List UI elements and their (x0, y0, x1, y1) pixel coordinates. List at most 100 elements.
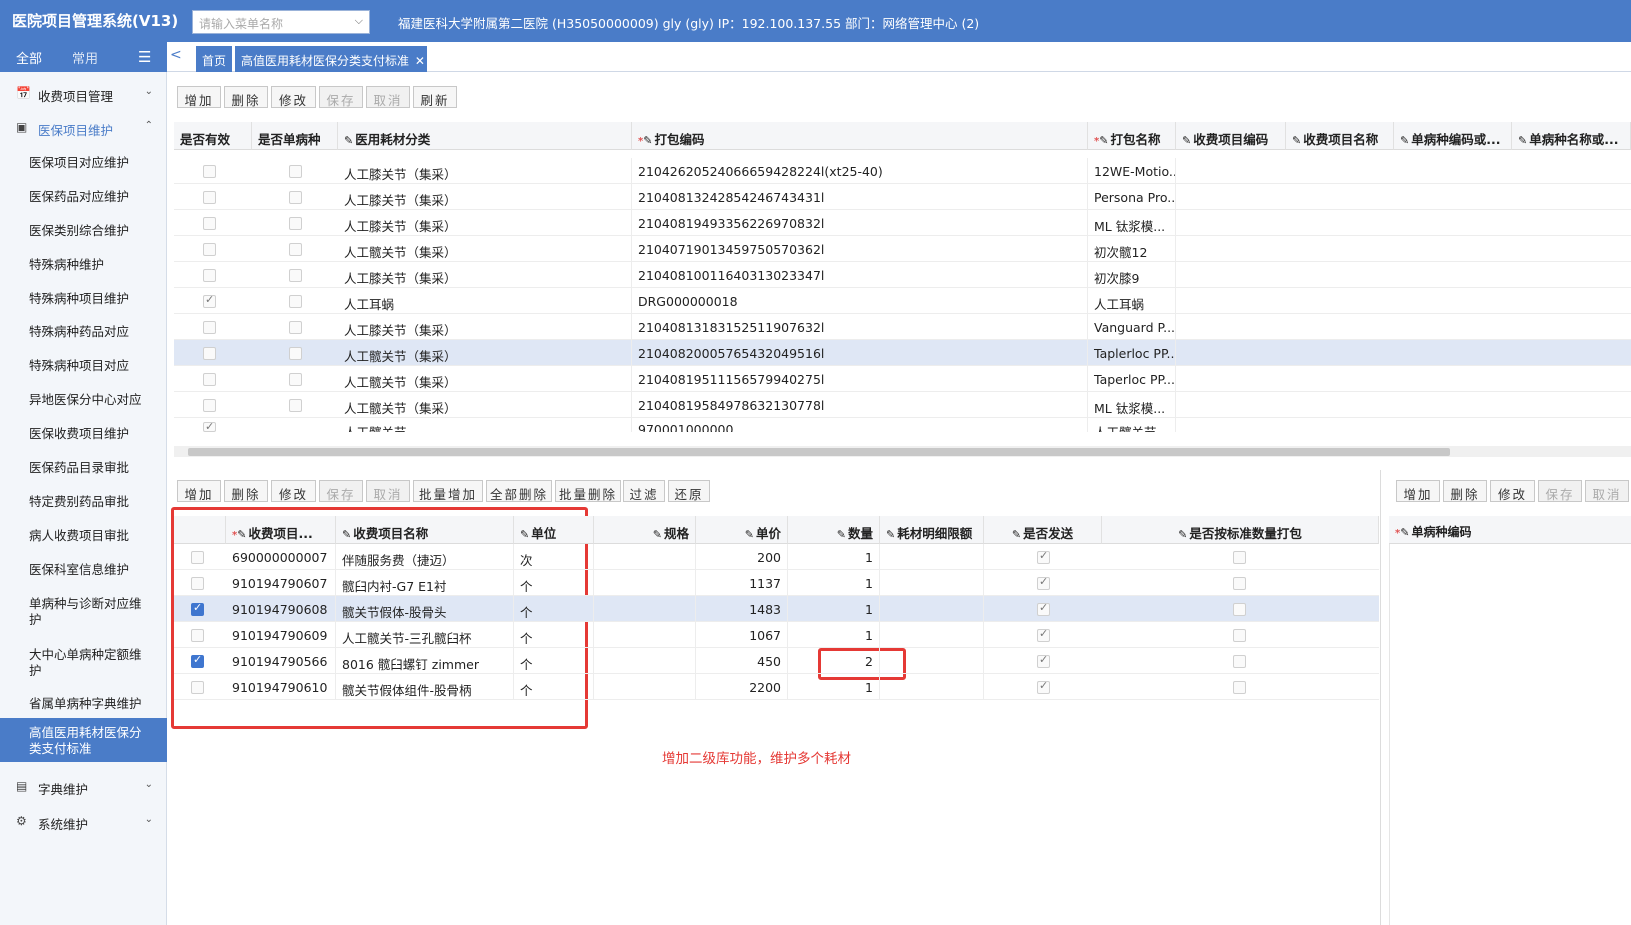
cell-name[interactable]: 人工髋关节 (1088, 418, 1176, 432)
cell-name[interactable]: ML 钛浆模... (1088, 392, 1176, 418)
send-checkbox[interactable] (1037, 627, 1050, 642)
sidebar-item[interactable]: 病人收费项目审批 (0, 522, 167, 548)
cell-category[interactable]: 人工膝关节（集采） (338, 262, 632, 288)
cell-code[interactable]: 970001000000 (632, 418, 1088, 432)
row-select-checkbox[interactable] (191, 551, 204, 564)
cell-qty[interactable]: 1 (788, 596, 880, 622)
sidebar-item[interactable]: 医保收费项目维护 (0, 420, 167, 446)
upper-header-0[interactable]: 是否有效 (174, 122, 252, 150)
cell-qty[interactable]: 1 (788, 674, 880, 700)
cell-unit[interactable]: 次 (514, 544, 594, 570)
sidebar-item[interactable]: 医保药品目录审批 (0, 454, 167, 480)
toolbar-button[interactable]: 删除 (1443, 480, 1487, 502)
chevron-up-icon[interactable]: ⌃ (145, 120, 153, 131)
lower-header-0[interactable] (174, 516, 226, 544)
cell-code[interactable]: 21040813242854246743431l (632, 184, 1088, 210)
cell-price[interactable]: 1067 (696, 622, 788, 648)
cell-name[interactable]: ML 钛浆模... (1088, 210, 1176, 236)
toolbar-button[interactable]: 增加 (177, 86, 221, 108)
toolbar-button[interactable]: 增加 (1396, 480, 1440, 502)
cell-category[interactable]: 人工髋关节 (338, 418, 632, 432)
lower-header-8[interactable]: ✎ 是否发送 (984, 516, 1102, 544)
cell-code[interactable]: 21040819493356226970832l (632, 210, 1088, 236)
row-select-checkbox[interactable] (191, 577, 204, 590)
pack-by-standard-checkbox[interactable] (1233, 551, 1246, 564)
cell-limit[interactable] (880, 570, 984, 596)
sidebar-item[interactable]: 特殊病种项目对应 (0, 352, 167, 378)
sidebar-group-0[interactable]: 📅 收费项目管理 ⌄ (0, 80, 167, 106)
single-disease-checkbox[interactable] (289, 295, 302, 308)
upper-header-1[interactable]: 是否单病种 (252, 122, 338, 150)
toolbar-button[interactable]: 刷新 (413, 86, 457, 108)
panel-divider[interactable] (1380, 470, 1381, 925)
cell-name[interactable]: Taperloc PP... (1088, 366, 1176, 392)
send-checkbox[interactable] (1037, 601, 1050, 616)
row-select-checkbox[interactable] (191, 601, 204, 616)
cell-category[interactable]: 人工髋关节（集采） (338, 236, 632, 262)
scrollbar-thumb[interactable] (188, 448, 1450, 456)
lower-header-5[interactable]: ✎ 单价 (696, 516, 788, 544)
single-disease-checkbox[interactable] (289, 269, 302, 282)
lower-header-1[interactable]: *✎ 收费项目... (226, 516, 336, 544)
cell-spec[interactable] (594, 622, 696, 648)
valid-checkbox[interactable] (203, 191, 216, 204)
pack-by-standard-checkbox[interactable] (1233, 577, 1246, 590)
sidebar-item[interactable]: 大中心单病种定额维护 (0, 641, 167, 681)
sidebar-bottom-group-1[interactable]: ⚙ 系统维护 ⌄ (0, 808, 167, 834)
cell-unit[interactable]: 个 (514, 674, 594, 700)
cell-category[interactable]: 人工膝关节（集采） (338, 184, 632, 210)
menu-toggle-icon[interactable]: ☰ (138, 48, 151, 66)
cell-code[interactable]: 21042620524066659428224l(xt25-40) (632, 158, 1088, 184)
upper-header-5[interactable]: ✎ 收费项目编码 (1176, 122, 1286, 150)
upper-header-3[interactable]: *✎ 打包编码 (632, 122, 1088, 150)
toolbar-button[interactable]: 取消 (1585, 480, 1629, 502)
send-checkbox[interactable] (1037, 575, 1050, 590)
cell-limit[interactable] (880, 648, 984, 674)
sidebar-item[interactable]: 医保项目对应维护 (0, 149, 167, 175)
cell-price[interactable]: 450 (696, 648, 788, 674)
cell-code[interactable]: 21040719013459750570362l (632, 236, 1088, 262)
cell-code[interactable]: 910194790566 (226, 648, 336, 674)
cell-unit[interactable]: 个 (514, 596, 594, 622)
cell-qty[interactable]: 1 (788, 622, 880, 648)
toolbar-button[interactable]: 修改 (1490, 480, 1535, 502)
upper-header-8[interactable]: ✎ 单病种名称或... (1512, 122, 1631, 150)
cell-category[interactable]: 人工髋关节（集采） (338, 366, 632, 392)
sidebar-group-1[interactable]: ▣ 医保项目维护 ⌃ (0, 114, 167, 140)
valid-checkbox[interactable] (203, 399, 216, 412)
upper-header-2[interactable]: ✎ 医用耗材分类 (338, 122, 632, 150)
cell-qty[interactable]: 2 (788, 648, 880, 674)
cell-name[interactable]: Vanguard P... (1088, 314, 1176, 340)
toolbar-button[interactable]: 批量增加 (413, 480, 483, 502)
lower-header-4[interactable]: ✎ 规格 (594, 516, 696, 544)
single-disease-checkbox[interactable] (289, 191, 302, 204)
back-arrow-icon[interactable]: < (170, 47, 182, 63)
toolbar-button[interactable]: 修改 (271, 86, 316, 108)
toolbar-button[interactable]: 保存 (1538, 480, 1582, 502)
upper-header-4[interactable]: *✎ 打包名称 (1088, 122, 1176, 150)
cell-unit[interactable]: 个 (514, 648, 594, 674)
cell-limit[interactable] (880, 544, 984, 570)
cell-spec[interactable] (594, 648, 696, 674)
single-disease-checkbox[interactable] (289, 165, 302, 178)
upper-header-6[interactable]: ✎ 收费项目名称 (1286, 122, 1394, 150)
cell-category[interactable]: 人工膝关节（集采） (338, 210, 632, 236)
chevron-down-icon[interactable]: ⌄ (145, 779, 153, 790)
cell-name[interactable]: 伴随服务费（捷迈） (336, 544, 514, 570)
cell-price[interactable]: 200 (696, 544, 788, 570)
toolbar-button[interactable]: 保存 (319, 480, 363, 502)
cell-qty[interactable]: 1 (788, 544, 880, 570)
send-checkbox[interactable] (1037, 679, 1050, 694)
cell-spec[interactable] (594, 596, 696, 622)
pack-by-standard-checkbox[interactable] (1233, 655, 1246, 668)
chevron-down-icon[interactable]: ⌄ (145, 814, 153, 825)
valid-checkbox[interactable] (203, 373, 216, 386)
sidebar-item[interactable]: 医保类别综合维护 (0, 217, 167, 243)
chevron-down-icon[interactable]: ⌵ (355, 14, 363, 28)
cell-code[interactable]: 910194790608 (226, 596, 336, 622)
toolbar-button[interactable]: 增加 (177, 480, 221, 502)
tab-home[interactable]: 首页 (196, 46, 232, 72)
sidebar-item[interactable]: 医保药品对应维护 (0, 183, 167, 209)
close-icon[interactable]: ✕ (415, 54, 425, 68)
lower-header-2[interactable]: ✎ 收费项目名称 (336, 516, 514, 544)
